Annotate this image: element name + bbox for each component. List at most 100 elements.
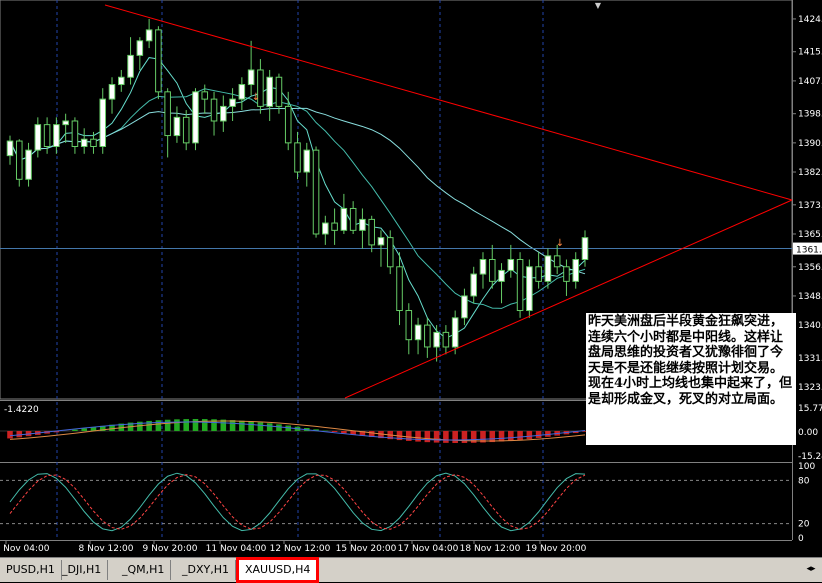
candle-body [156,30,162,92]
macd-bar [415,431,421,442]
time-tick-label: 12 Nov 12:00 [270,544,331,554]
stoch-tick-label: 80 [798,476,810,486]
macd-bar [508,431,514,441]
candle-body [443,332,449,347]
tab-pusd-h1[interactable]: PUSD,H1 [0,560,62,580]
time-tick-label: 9 Nov 20:00 [143,544,198,554]
upper-trendline [105,5,792,200]
current-price-label: 1361. [796,246,822,256]
candle-body [100,99,106,146]
price-tick-label: 1390. [798,139,822,149]
tab-xauusd-h4[interactable]: XAUUSD,H4 [236,557,319,583]
price-tick-label: 1331. [798,354,822,364]
candle-body [221,106,227,121]
candle-body [202,92,208,99]
candle-body [378,238,384,245]
macd-bar [16,431,22,437]
time-tick-label: 15 Nov 20:00 [336,544,397,554]
candle-body [582,238,588,260]
tab-qm-h1[interactable]: _QM,H1 [116,560,171,580]
macd-bar [332,431,338,432]
macd-bar [193,419,199,431]
macd-tick-label: -15.24 [798,452,822,462]
candle-body [7,141,13,156]
macd-bar [239,421,245,431]
candle-body [128,55,134,77]
candle-body [81,139,87,146]
candle-body [26,150,32,179]
candle-body [174,117,180,135]
price-tick-label: 1348. [798,292,822,302]
candle-body [54,125,60,147]
price-tick-label: 1424. [798,15,822,25]
price-tick-label: 1340. [798,321,822,331]
candle-body [517,259,523,310]
candle-body [230,99,236,106]
time-tick-label: 8 Nov 12:00 [79,544,134,554]
tab-dji-h1[interactable]: _DJI,H1 [56,560,108,580]
time-tick-label: 5 Nov 04:00 [0,544,50,554]
macd-bar [536,431,542,438]
time-tick-label: 19 Nov 20:00 [526,544,587,554]
macd-bar [499,431,505,441]
macd-bar [489,431,495,442]
price-tick-label: 1407. [798,77,822,87]
macd-bar [183,419,189,431]
macd-bar [517,431,523,440]
candle-body [109,85,115,100]
candle-body [462,296,468,318]
stoch-tick-label: 20 [798,520,810,530]
candle-body [499,270,505,281]
candle-body [489,259,495,281]
tab-dxy-h1[interactable]: _DXY,H1 [176,560,236,580]
price-tick-label: 1323. [798,383,822,393]
annotation-note: 昨天美洲盘后半段黄金狂飙突进，连续六个小时都是中阳线。这样让盘局思维的投资者又犹… [586,313,796,445]
price-tick-label: 1398. [798,110,822,120]
candle-body [146,30,152,41]
candle-body [72,121,78,147]
candle-body [508,259,514,270]
macd-bar [156,420,162,431]
macd-bar [174,419,180,431]
price-tick-label: 1373. [798,201,822,211]
macd-bar [341,431,347,433]
macd-bar [527,431,533,439]
candle-body [452,318,458,347]
candle-body [480,259,486,274]
macd-bar [72,430,78,431]
price-chart[interactable]: 1424.1415.1407.1398.1390.1382.1373.1365.… [0,0,822,557]
time-tick-label: 11 Nov 04:00 [206,544,267,554]
candle-body [536,267,542,282]
candle-body [545,256,551,282]
candle-body [341,208,347,230]
macd-bar [452,431,458,443]
macd-bar [276,424,282,431]
tab-scroll-icon[interactable]: ◂▸ [804,562,818,576]
candle-body [434,332,440,347]
chart-tabbar: PUSD,H1 _DJI,H1 _QM,H1 _DXY,H1 XAUUSD,H4… [0,557,822,582]
candle-body [63,121,69,125]
macd-bar [434,431,440,443]
candle-body [406,311,412,340]
candle-body [267,77,273,106]
macd-bar [425,431,431,442]
candle-body [119,77,125,84]
sell-arrow-icon: ↓ [252,92,260,103]
candle-body [415,325,421,340]
time-tick-label: 18 Nov 12:00 [460,544,521,554]
candle-body [193,92,199,143]
macd-bar [7,431,13,438]
candle-body [323,223,329,234]
sell-arrow-icon: ↓ [556,238,564,249]
price-tick-label: 1365. [798,230,822,240]
candle-body [313,150,319,234]
candle-body [183,117,189,143]
price-tick-label: 1356. [798,263,822,273]
time-tick-label: 17 Nov 04:00 [398,544,459,554]
stoch-tick-label: 100 [798,462,815,472]
candle-body [295,143,301,172]
candle-body [35,125,41,151]
candle-body [564,267,570,282]
candle-body [387,238,393,267]
candle-body [44,125,50,147]
